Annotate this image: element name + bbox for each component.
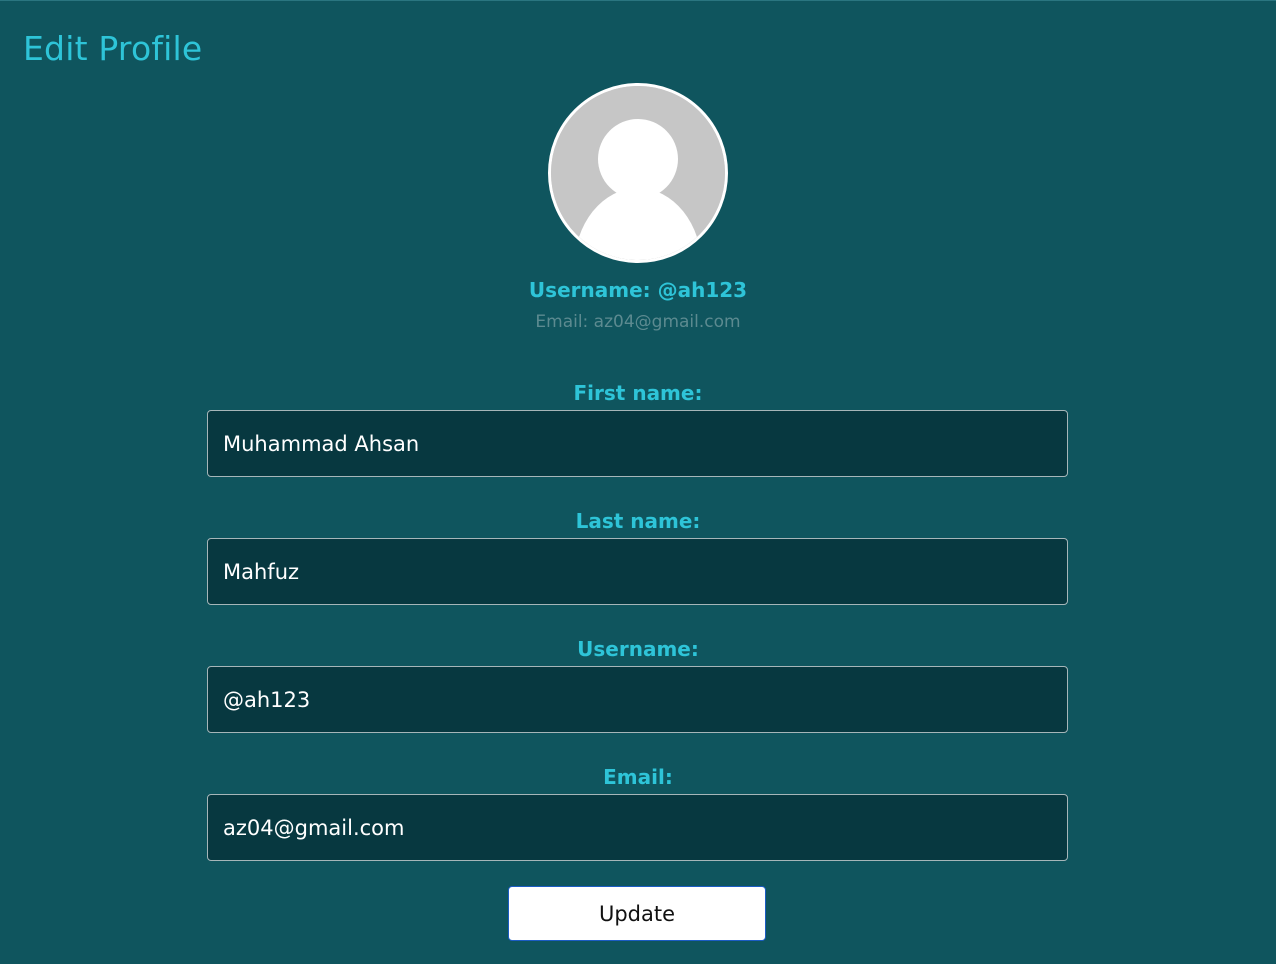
email-label: Email: — [603, 765, 673, 789]
first-name-input[interactable] — [207, 410, 1068, 477]
default-user-avatar-icon — [551, 86, 725, 260]
username-label: Username: — [577, 637, 699, 661]
first-name-label: First name: — [573, 381, 703, 405]
top-border — [0, 0, 1276, 1]
username-input[interactable] — [207, 666, 1068, 733]
page-title: Edit Profile — [23, 29, 203, 68]
last-name-label: Last name: — [575, 509, 701, 533]
avatar — [548, 83, 728, 263]
profile-email: Email: az04@gmail.com — [535, 312, 741, 332]
email-input[interactable] — [207, 794, 1068, 861]
update-button[interactable]: Update — [508, 886, 766, 941]
profile-username: Username: @ah123 — [528, 278, 748, 302]
last-name-input[interactable] — [207, 538, 1068, 605]
